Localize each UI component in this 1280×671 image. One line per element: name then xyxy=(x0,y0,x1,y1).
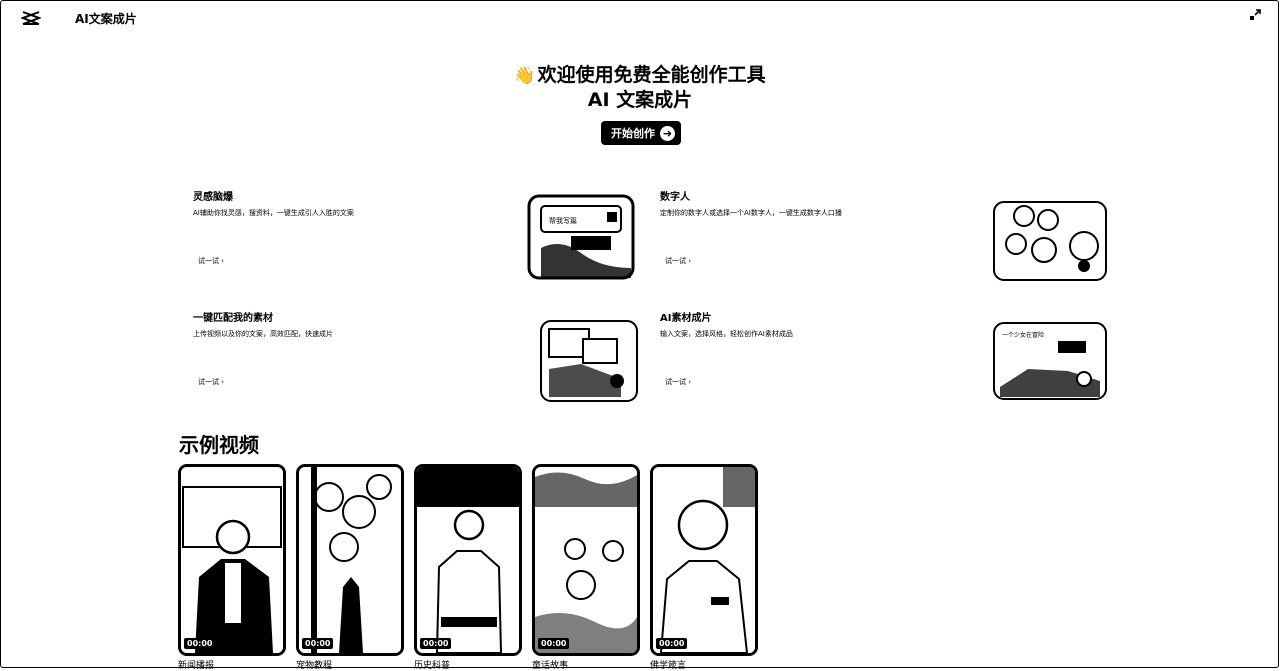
feature-illustration xyxy=(540,320,638,402)
expand-icon[interactable] xyxy=(1248,8,1262,22)
video-thumbnail xyxy=(653,467,755,653)
illustration-prompt-text: 帮我写篇 xyxy=(549,216,577,225)
example-video-card[interactable]: 00:00 xyxy=(414,464,522,656)
feature-card-match-material[interactable]: 一键匹配我的素材 上传视频以及你的文案，高效匹配，快速成片 试一试 › xyxy=(193,309,641,409)
video-thumbnail xyxy=(535,467,637,653)
feature-illustration: 帮我写篇 xyxy=(527,194,635,280)
feature-illustration xyxy=(993,201,1107,281)
feature-desc: AI辅助你找灵感，搜资料，一键生成引人入胜的文案 xyxy=(193,209,354,217)
feature-desc: 定制你的数字人或选择一个AI数字人，一键生成数字人口播 xyxy=(660,209,842,217)
video-duration: 00:00 xyxy=(656,638,688,649)
wave-hand-icon: 👋 xyxy=(514,66,536,86)
video-thumbnail xyxy=(181,467,283,653)
feature-title: 灵感脑爆 xyxy=(193,192,233,203)
start-creating-button[interactable]: 开始创作 ➜ xyxy=(601,121,681,145)
top-bar: AI文案成片 xyxy=(0,0,1280,38)
hero-title-line1: 👋 欢迎使用免费全能创作工具 xyxy=(514,64,766,86)
video-label: 童话故事 xyxy=(532,661,569,671)
video-label: 新闻播报 xyxy=(178,661,215,671)
video-label: 佛学箴言 xyxy=(650,661,687,671)
feature-title: 数字人 xyxy=(660,192,690,203)
hero-title-line2: AI 文案成片 xyxy=(587,89,693,111)
feature-card-inspiration[interactable]: 灵感脑爆 AI辅助你找灵感，搜资料，一键生成引人入胜的文案 试一试 › 帮我写篇 xyxy=(193,188,641,288)
video-duration: 00:00 xyxy=(302,638,334,649)
illustration-prompt-text: 一个少女在冒险 xyxy=(1002,331,1044,339)
example-video-card[interactable]: 00:00 xyxy=(296,464,404,656)
feature-desc: 输入文案，选择风格，轻松创作AI素材成品 xyxy=(660,330,793,338)
feature-card-ai-material[interactable]: AI素材成片 输入文案，选择风格，轻松创作AI素材成品 试一试 › 一个少女在冒… xyxy=(660,309,1108,409)
try-link[interactable]: 试一试 › xyxy=(665,377,691,387)
try-link[interactable]: 试一试 › xyxy=(198,256,224,266)
start-creating-label: 开始创作 xyxy=(611,127,655,140)
video-duration: 00:00 xyxy=(184,638,216,649)
video-label: 宠物教程 xyxy=(296,661,333,671)
feature-desc: 上传视频以及你的文案，高效匹配，快速成片 xyxy=(193,330,333,338)
app-title: AI文案成片 xyxy=(75,12,137,26)
feature-illustration: 一个少女在冒险 xyxy=(993,322,1107,400)
video-thumbnail xyxy=(417,467,519,653)
try-link[interactable]: 试一试 › xyxy=(665,256,691,266)
video-duration: 00:00 xyxy=(420,638,452,649)
feature-title: 一键匹配我的素材 xyxy=(193,313,273,324)
video-label: 历史科普 xyxy=(414,661,451,671)
video-duration: 00:00 xyxy=(538,638,570,649)
example-video-card[interactable]: 00:00 xyxy=(178,464,286,656)
video-thumbnail xyxy=(299,467,401,653)
example-video-card[interactable]: 00:00 xyxy=(650,464,758,656)
example-videos-title: 示例视频 xyxy=(179,433,259,457)
arrow-right-icon: ➜ xyxy=(660,126,675,141)
feature-title: AI素材成片 xyxy=(660,313,712,324)
capcut-logo-icon[interactable] xyxy=(21,10,41,26)
try-link[interactable]: 试一试 › xyxy=(198,377,224,387)
feature-card-digital-human[interactable]: 数字人 定制你的数字人或选择一个AI数字人，一键生成数字人口播 试一试 › xyxy=(660,188,1108,288)
example-video-card[interactable]: 00:00 xyxy=(532,464,640,656)
